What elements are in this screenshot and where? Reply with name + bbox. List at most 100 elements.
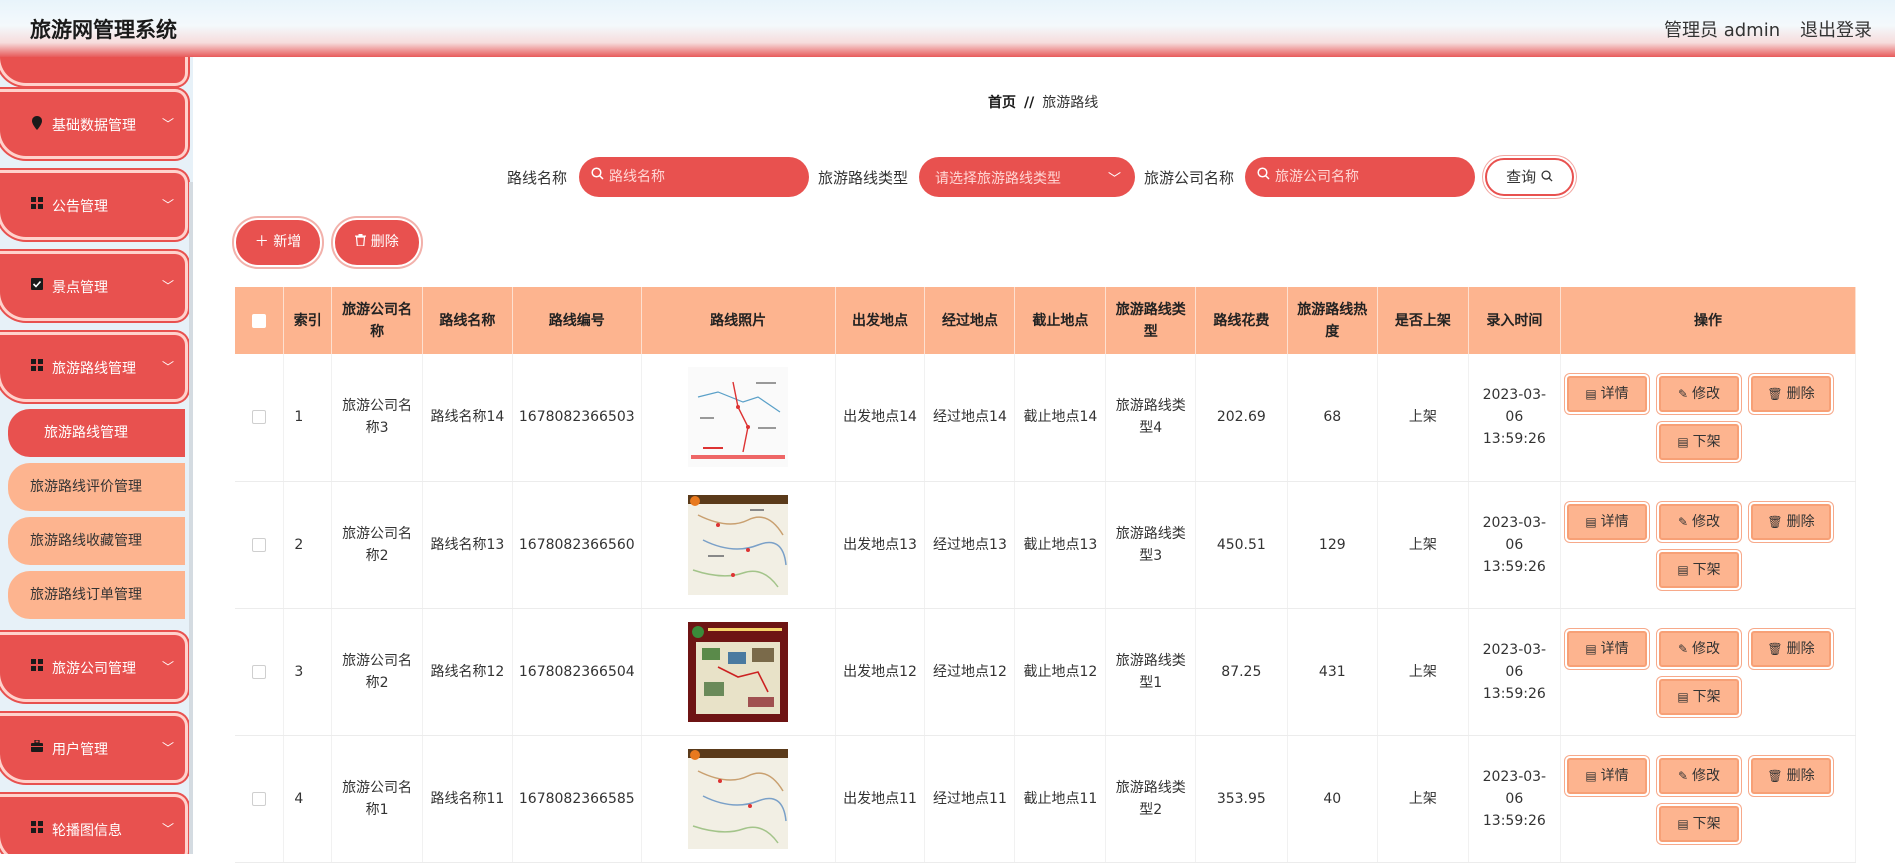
cell-from: 出发地点12: [835, 608, 926, 736]
trash-icon: 🗑: [1767, 387, 1783, 402]
cell-shelf: 上架: [1377, 481, 1469, 609]
grid-icon: [30, 359, 44, 373]
cell-route-photo: [641, 354, 836, 482]
cell-cost: 353.95: [1195, 735, 1288, 863]
trash-icon: 🗑: [1767, 514, 1783, 529]
row-select-cell[interactable]: [235, 354, 285, 482]
company-name-field[interactable]: [1245, 157, 1475, 197]
cell-cost: 202.69: [1195, 354, 1288, 482]
delete-button[interactable]: 🗑 删除: [1751, 376, 1831, 413]
detail-button[interactable]: ▤ 详情: [1567, 630, 1647, 667]
sidebar: 基础数据管理 ﹀ 公告管理 ﹀ 景点管理 ﹀ 旅游路线管理 ﹀ 旅游路线管理 旅…: [0, 57, 193, 854]
edit-button[interactable]: ✎ 修改: [1659, 757, 1739, 794]
row-actions: ▤ 详情 ✎ 修改 🗑 删除 ▤ 下架: [1567, 490, 1849, 600]
grid-icon: [30, 197, 44, 211]
briefcase-icon: [30, 739, 44, 754]
cell-via: 经过地点13: [924, 481, 1016, 609]
route-photo-image[interactable]: [688, 621, 789, 722]
sidebar-group-partial[interactable]: [0, 57, 185, 83]
add-button[interactable]: ＋ 新增: [236, 220, 320, 265]
route-photo-image[interactable]: [688, 748, 789, 849]
col-index: 索引: [283, 287, 333, 354]
breadcrumb-home[interactable]: 首页: [988, 95, 1016, 111]
offshelf-button[interactable]: ▤ 下架: [1659, 678, 1739, 715]
cell-to: 截止地点14: [1014, 354, 1107, 482]
sidebar-group-label: 用户管理: [52, 742, 108, 758]
admin-user-label: 管理员 admin: [1664, 20, 1781, 41]
sidebar-group-user[interactable]: 用户管理 ﹀: [0, 716, 185, 780]
sidebar-item-route-review[interactable]: 旅游路线评价管理: [8, 463, 185, 511]
edit-button[interactable]: ✎ 修改: [1659, 630, 1739, 667]
cell-ops: ▤ 详情 ✎ 修改 🗑 删除 ▤ 下架: [1560, 735, 1856, 863]
route-name-input[interactable]: [609, 157, 789, 197]
route-type-select[interactable]: 请选择旅游路线类型 ﹀: [919, 157, 1135, 197]
sidebar-group-notice[interactable]: 公告管理 ﹀: [0, 173, 185, 237]
detail-button[interactable]: ▤ 详情: [1567, 503, 1647, 540]
col-cost: 路线花费: [1195, 287, 1288, 354]
col-time: 录入时间: [1468, 287, 1562, 354]
chevron-down-icon: ﹀: [162, 117, 175, 131]
route-photo-image[interactable]: [688, 367, 789, 468]
cell-index: 1: [283, 354, 333, 482]
checkbox-icon: [30, 278, 44, 292]
offshelf-button[interactable]: ▤ 下架: [1659, 805, 1739, 842]
select-all-checkbox[interactable]: [252, 313, 267, 328]
edit-button[interactable]: ✎ 修改: [1659, 376, 1739, 413]
offshelf-label: 下架: [1692, 815, 1721, 832]
route-photo-image[interactable]: [688, 494, 789, 595]
cell-heat: 431: [1287, 608, 1378, 736]
cell-index: 2: [283, 481, 333, 609]
detail-button[interactable]: ▤ 详情: [1567, 757, 1647, 794]
edit-button[interactable]: ✎ 修改: [1659, 503, 1739, 540]
pencil-icon: ✎: [1677, 387, 1689, 402]
sidebar-group-company[interactable]: 旅游公司管理 ﹀: [0, 635, 185, 699]
offshelf-button[interactable]: ▤ 下架: [1659, 551, 1739, 588]
row-checkbox[interactable]: [252, 791, 267, 806]
pencil-icon: ✎: [1677, 514, 1689, 529]
cell-from: 出发地点11: [835, 735, 926, 863]
plus-icon: ＋: [254, 234, 269, 250]
cell-route-code: 1678082366560: [512, 481, 642, 609]
sidebar-group-scenic[interactable]: 景点管理 ﹀: [0, 254, 185, 318]
sidebar-group-basic-data[interactable]: 基础数据管理 ﹀: [0, 92, 185, 156]
document-icon: ▤: [1585, 387, 1597, 402]
cell-type: 旅游路线类型3: [1105, 481, 1197, 609]
query-button[interactable]: 查询: [1485, 158, 1574, 196]
offshelf-button[interactable]: ▤ 下架: [1659, 424, 1739, 461]
sidebar-scrollbar[interactable]: [189, 182, 193, 854]
breadcrumb-separator: //: [1024, 95, 1035, 111]
cell-to: 截止地点11: [1014, 735, 1107, 863]
sidebar-group-label: 轮播图信息: [52, 823, 122, 839]
cell-route-name: 路线名称14: [422, 354, 513, 482]
row-checkbox[interactable]: [252, 664, 267, 679]
cell-company: 旅游公司名称2: [331, 608, 423, 736]
row-select-cell[interactable]: [235, 735, 285, 863]
col-route-code: 路线编号: [512, 287, 642, 354]
cell-type: 旅游路线类型2: [1105, 735, 1197, 863]
row-select-cell[interactable]: [235, 608, 285, 736]
sidebar-group-carousel[interactable]: 轮播图信息 ﹀: [0, 797, 185, 854]
sidebar-item-route-favorite[interactable]: 旅游路线收藏管理: [8, 517, 185, 565]
delete-button[interactable]: 🗑 删除: [1751, 630, 1831, 667]
delete-button[interactable]: 🗑 删除: [1751, 757, 1831, 794]
table-header-row: 索引 旅游公司名称 路线名称 路线编号 路线照片 出发地点 经过地点 截止地点 …: [235, 287, 1856, 354]
search-icon: [591, 167, 604, 184]
delete-button[interactable]: 🗑 删除: [1751, 503, 1831, 540]
sidebar-item-route-order[interactable]: 旅游路线订单管理: [8, 571, 185, 619]
cell-index: 4: [283, 735, 333, 863]
cell-to: 截止地点13: [1014, 481, 1107, 609]
batch-delete-button[interactable]: 删除: [335, 220, 419, 265]
document-icon: ▤: [1677, 689, 1689, 704]
detail-button[interactable]: ▤ 详情: [1567, 376, 1647, 413]
route-name-field[interactable]: [579, 157, 809, 197]
cell-type: 旅游路线类型4: [1105, 354, 1197, 482]
select-all-cell[interactable]: [235, 287, 285, 354]
sidebar-group-route[interactable]: 旅游路线管理 ﹀: [0, 335, 185, 399]
row-checkbox[interactable]: [252, 410, 267, 425]
row-checkbox[interactable]: [252, 537, 267, 552]
row-select-cell[interactable]: [235, 481, 285, 609]
col-via: 经过地点: [924, 287, 1016, 354]
company-name-input[interactable]: [1275, 157, 1455, 197]
logout-link[interactable]: 退出登录: [1800, 16, 1872, 42]
sidebar-item-route-manage[interactable]: 旅游路线管理: [8, 409, 185, 457]
